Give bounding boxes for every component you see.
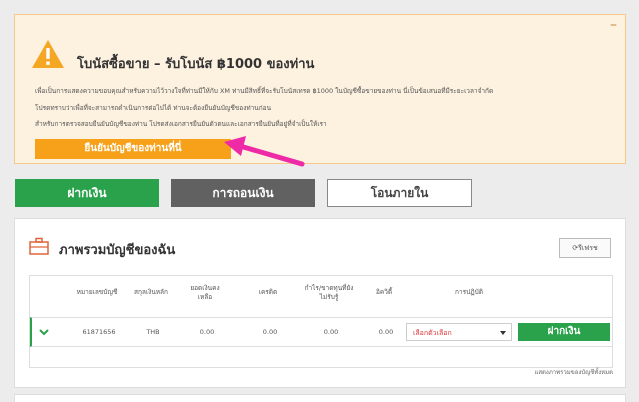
- header-balance: ยอดเงินคงเหลือ: [190, 284, 220, 301]
- alert-text-3: สำหรับการตรวจสอบยืนยันบัญชีของท่าน โปรดส…: [35, 120, 327, 128]
- cell-balance: 0.00: [199, 328, 215, 336]
- trading-bonus-alert: – โบนัสซื้อขาย – รับโบนัส ฿1000 ของท่าน …: [14, 14, 626, 164]
- warning-icon: [32, 40, 64, 68]
- header-currency: สกุลเงินหลัก: [134, 288, 168, 296]
- alert-text-2: โปรดทราบว่าเพื่อที่จะสามารถดำเนินการต่อไ…: [35, 104, 272, 112]
- cell-account: 61871656: [82, 328, 116, 336]
- pointer-arrow-icon: [224, 136, 305, 167]
- show-all-accounts-link[interactable]: แสดงภาพรวมของบัญชีทั้งหมด: [534, 367, 613, 377]
- accounts-table: หมายเลขบัญชี สกุลเงินหลัก ยอดเงินคงเหลือ…: [29, 275, 613, 368]
- header-actions: การปฏิบัติ: [455, 288, 483, 296]
- internal-transfer-button[interactable]: โอนภายใน: [327, 179, 472, 207]
- refresh-label: รีเฟรช: [578, 244, 598, 252]
- deposit-button[interactable]: ฝากเงิน: [15, 179, 159, 207]
- refresh-button[interactable]: ⟳รีเฟรช: [559, 238, 611, 258]
- cell-currency: THB: [146, 328, 160, 336]
- alert-title: โบนัสซื้อขาย – รับโบนัส ฿1000 ของท่าน: [77, 57, 315, 72]
- account-overview-panel: ภาพรวมบัญชีของฉัน ⟳รีเฟรช หมายเลขบัญชี ส…: [14, 218, 626, 388]
- cell-pnl: 0.00: [323, 328, 339, 336]
- header-equity: อิควิตี้: [375, 288, 393, 296]
- header-account: หมายเลขบัญชี: [76, 288, 118, 296]
- cell-equity: 0.00: [378, 328, 394, 336]
- caret-down-icon: [500, 331, 506, 335]
- collapse-icon[interactable]: –: [610, 17, 617, 33]
- header-pnl: กำไร/ขาดทุนที่ยังไม่รับรู้: [304, 284, 354, 301]
- header-credit: เครดิต: [258, 288, 278, 296]
- table-row: 61871656 THB 0.00 0.00 0.00 0.00 เลือกตั…: [30, 317, 612, 347]
- next-panel-edge: [14, 394, 626, 402]
- action-select[interactable]: เลือกตัวเลือก: [406, 323, 512, 341]
- row-deposit-button[interactable]: ฝากเงิน: [518, 323, 610, 341]
- verify-account-button[interactable]: ยืนยันบัญชีของท่านที่นี่: [35, 139, 231, 159]
- withdraw-button[interactable]: การถอนเงิน: [171, 179, 315, 207]
- action-select-value: เลือกตัวเลือก: [413, 329, 452, 337]
- cell-credit: 0.00: [262, 328, 278, 336]
- alert-text-1: เพื่อเป็นการแสดงความขอบคุณสำหรับความไว้ว…: [35, 87, 494, 95]
- briefcase-icon: [29, 237, 49, 255]
- chevron-down-icon[interactable]: [38, 327, 50, 337]
- panel-title: ภาพรวมบัญชีของฉัน: [59, 243, 176, 258]
